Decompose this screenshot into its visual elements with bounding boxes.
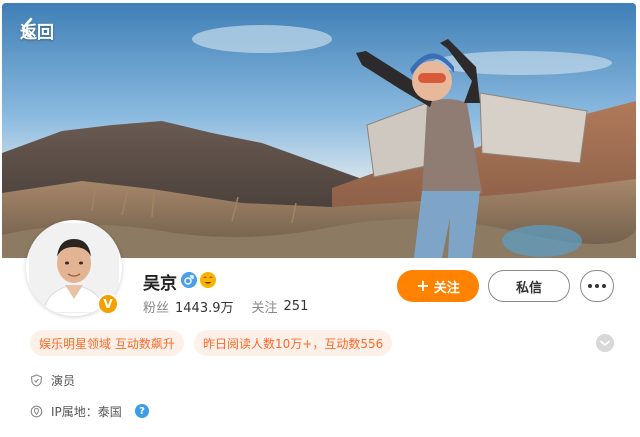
tag-pill[interactable]: 娱乐明星领域 互动数飙升 — [30, 330, 184, 356]
follow-button[interactable]: + 关注 — [397, 270, 479, 302]
tag-pill[interactable]: 昨日阅读人数10万+，互动数556 — [194, 330, 393, 356]
ip-location-row: IP属地：泰国 — [30, 403, 122, 420]
followers-count[interactable]: 1443.9万 — [175, 297, 234, 316]
back-button[interactable]: 返回 — [20, 17, 54, 43]
verified-badge: V — [97, 293, 119, 315]
chevron-left-icon — [21, 17, 33, 39]
following-label: 关注 — [251, 301, 278, 316]
occupation-text: 演员 — [51, 374, 76, 388]
shield-icon — [30, 374, 43, 387]
emoji-badge-icon — [200, 272, 216, 288]
question-icon[interactable]: ? — [135, 404, 149, 418]
more-options-button[interactable] — [580, 270, 614, 302]
more-dots-icon — [588, 284, 606, 288]
follow-label: 关注 — [433, 280, 460, 296]
cover-banner: 返回 — [2, 3, 636, 258]
profile-name: 吴京 — [143, 274, 177, 294]
profile-stats: 粉丝 1443.9万 关注 251 — [143, 297, 326, 316]
plus-icon: + — [416, 276, 430, 295]
ip-location-text: IP属地：泰国 — [51, 405, 122, 419]
male-gender-icon — [181, 272, 197, 288]
location-icon — [30, 405, 43, 418]
occupation-row: 演员 — [30, 372, 75, 389]
chevron-down-icon[interactable] — [596, 334, 614, 352]
message-label: 私信 — [515, 280, 542, 296]
followers-label: 粉丝 — [143, 301, 170, 316]
profile-page: 返回 V 吴京 粉丝 1443.9万 关注 251 + 关注 私信 娱乐明星领域… — [0, 0, 640, 437]
following-count[interactable]: 251 — [284, 299, 309, 314]
cover-image — [2, 3, 636, 258]
message-button[interactable]: 私信 — [488, 270, 570, 302]
